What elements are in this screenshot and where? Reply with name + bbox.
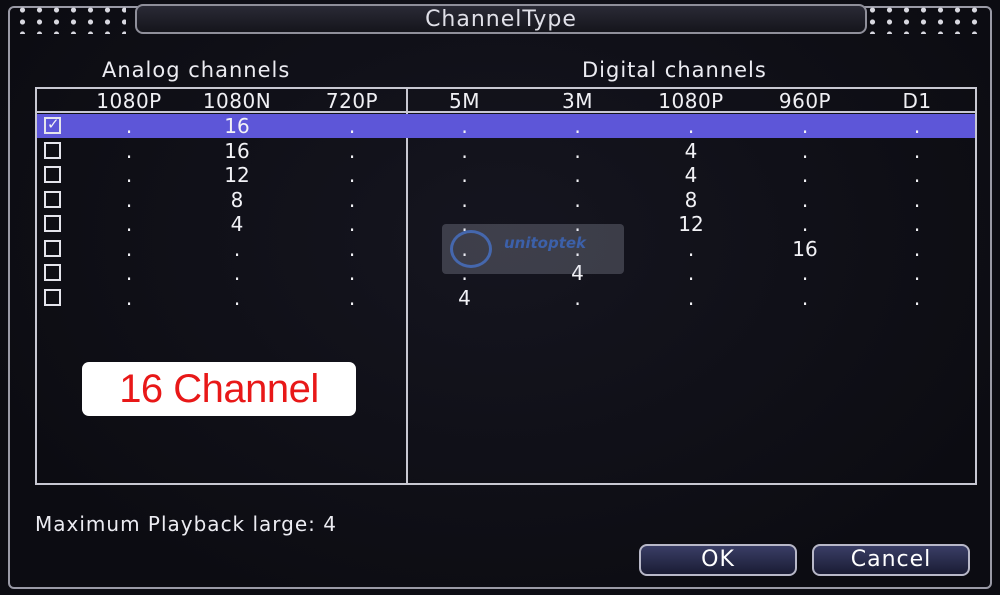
analog-cell: . [125,212,133,236]
digital-cell: . [461,163,468,187]
analog-cell: . [233,285,241,310]
column-header-analog-1080p: 1080P [96,89,162,113]
digital-cell: . [913,114,921,138]
digital-cell: . [574,163,581,187]
digital-channels-title: Digital channels [582,58,767,82]
row-checkbox[interactable] [44,239,61,257]
analog-cell: 8 [230,187,244,212]
header-separator [37,111,975,113]
digital-cell: . [687,114,695,138]
analog-cell: . [348,138,356,163]
dialog-titlebar: ChannelType [135,4,867,34]
column-header-digital-960p: 960P [778,89,832,113]
digital-cell: . [913,138,921,163]
analog-cell: . [125,187,133,212]
digital-cell: . [801,285,809,310]
channel-row[interactable]: . 12... 4.. [37,163,975,187]
channel-row[interactable]: ... 4.... [37,286,975,310]
column-header-analog-720p: 720P [325,89,379,113]
brand-logo-icon [450,230,492,268]
row-checkbox[interactable] [44,288,61,306]
digital-cell: . [574,285,581,310]
column-header-digital-1080p: 1080P [658,89,724,113]
analog-cell: . [125,236,133,261]
column-header-digital-d1: D1 [902,89,932,113]
digital-cell: . [801,187,809,212]
watermark-text: unitoptek [504,234,587,252]
analog-cell: . [125,163,133,187]
channel-row[interactable]: . 16...... [37,114,975,138]
analog-cell: . [348,285,356,310]
digital-cell: . [801,138,809,163]
digital-cell: . [461,114,468,138]
digital-cell: . [574,138,581,163]
max-playback-info: Maximum Playback large: 4 [35,512,338,536]
analog-cell: . [348,236,356,261]
digital-cell: . [574,187,581,212]
analog-cell: . [348,261,356,285]
digital-cell: 4 [684,138,698,163]
digital-cell: . [913,261,921,285]
dvr-screen: ChannelType Analog channels Digital chan… [0,0,1000,595]
digital-cell: . [801,261,809,285]
digital-cell: . [687,236,695,261]
digital-cell: . [913,285,921,310]
digital-cell: . [687,285,695,310]
analog-cell: . [125,261,133,285]
analog-cell: 16 [224,114,250,138]
digital-cell: 4 [458,285,471,310]
digital-cell: 16 [792,236,818,261]
digital-cell: . [801,114,809,138]
digital-cell: . [461,138,468,163]
brand-watermark: unitoptek [442,224,624,274]
row-checkbox[interactable] [44,215,61,232]
analog-cell: 16 [224,138,250,163]
analog-cell: . [348,114,356,138]
analog-cell: . [125,138,133,163]
digital-cell: 4 [684,163,698,187]
dialog-title: ChannelType [425,6,577,32]
digital-cell: . [913,163,921,187]
channel-row[interactable]: . 8... 8.. [37,188,975,212]
digital-cell: . [913,236,921,261]
digital-cell: . [913,187,921,212]
row-checkbox[interactable] [44,141,61,159]
cancel-button[interactable]: Cancel [812,544,970,576]
digital-cell: 12 [678,212,704,236]
digital-cell: . [801,163,809,187]
column-header-digital-3m: 3M [562,89,593,113]
row-checkbox[interactable] [44,190,61,208]
channel-count-text: 16 Channel [119,366,319,411]
analog-cell: 4 [230,212,244,236]
analog-cell: 12 [224,163,250,187]
row-checkbox[interactable] [44,166,61,183]
row-checkbox[interactable] [44,115,61,134]
analog-channels-title: Analog channels [102,58,291,82]
analog-cell: . [348,212,356,236]
analog-cell: . [233,236,241,261]
channel-type-table: 1080P 1080N 720P 5M 3M 1080P 960P D1 . 16… [35,87,977,485]
digital-cell: . [913,212,921,236]
column-header-analog-1080n: 1080N [202,89,272,113]
digital-cell: . [461,187,468,212]
decorative-dots-left [14,4,126,34]
analog-cell: . [125,114,133,138]
column-header-digital-5m: 5M [449,89,480,113]
channel-row[interactable]: . 16... 4.. [37,139,975,163]
analog-cell: . [348,187,356,212]
digital-cell: 8 [684,187,698,212]
analog-cell: . [233,261,241,285]
analog-cell: . [125,285,133,310]
digital-cell: . [687,261,695,285]
row-checkbox[interactable] [44,264,61,281]
analog-cell: . [348,163,356,187]
channel-count-label: 16 Channel [82,362,356,416]
decorative-dots-right [864,4,986,34]
digital-cell: . [574,114,581,138]
ok-button[interactable]: OK [639,544,797,576]
digital-cell: . [801,212,809,236]
